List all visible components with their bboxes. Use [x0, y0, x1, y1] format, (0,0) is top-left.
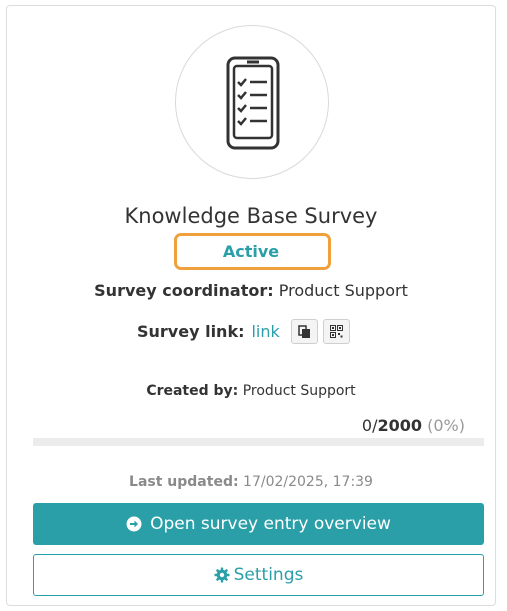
created-by-value: Product Support [242, 383, 356, 399]
survey-icon-circle [175, 25, 329, 179]
status-badge: Active [222, 242, 280, 261]
progress-total: 2000 [377, 416, 423, 435]
qr-code-icon [329, 325, 343, 338]
created-by-label: Created by: [146, 383, 239, 399]
survey-title: Knowledge Base Survey [124, 204, 378, 228]
gear-icon [214, 567, 230, 583]
coordinator-label: Survey coordinator: [94, 281, 274, 300]
survey-link-row: Survey link: link [137, 319, 350, 344]
progress-count: 0 [361, 416, 373, 435]
progress-bar [33, 438, 484, 446]
copy-link-button[interactable] [290, 319, 318, 344]
arrow-circle-right-icon [126, 516, 142, 532]
open-survey-overview-label: Open survey entry overview [150, 514, 391, 534]
open-survey-overview-button[interactable]: Open survey entry overview [33, 503, 484, 545]
survey-link[interactable]: link [251, 322, 279, 341]
survey-link-label: Survey link: [137, 322, 245, 341]
coordinator-value: Product Support [278, 281, 408, 300]
coordinator-row: Survey coordinator: Product Support [7, 281, 495, 300]
qr-code-button[interactable] [322, 319, 350, 344]
last-updated-value: 17/02/2025, 17:39 [243, 474, 373, 490]
settings-label: Settings [233, 565, 304, 585]
created-by-row: Created by: Product Support [7, 383, 495, 399]
last-updated-label: Last updated: [129, 474, 239, 490]
clipboard-checklist-icon [226, 56, 280, 150]
survey-card: Knowledge Base Survey Active Survey coor… [6, 5, 496, 606]
progress-percent: (0%) [427, 416, 465, 435]
last-updated: Last updated: 17/02/2025, 17:39 [7, 474, 495, 490]
settings-button[interactable]: Settings [33, 554, 484, 596]
progress-text: 0/2000 (0%) [361, 416, 465, 435]
copy-icon [298, 324, 310, 338]
